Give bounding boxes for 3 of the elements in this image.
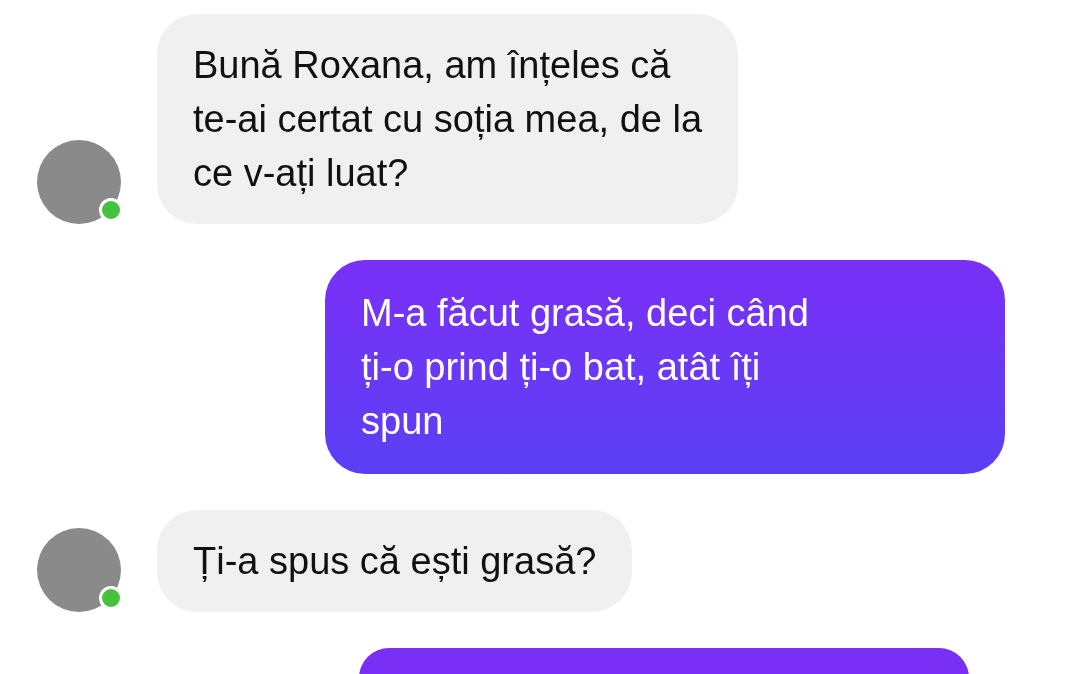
received-message: Ți-a spus că ești grasă? (157, 510, 633, 612)
received-message: Bună Roxana, am înțeles că te-ai certat cu soția mea, de la ce v-ați luat? (157, 14, 739, 224)
sent-message: M-a făcut grasă, deci când ți-o prind ți-o bat, atât îți spun (325, 260, 1005, 474)
